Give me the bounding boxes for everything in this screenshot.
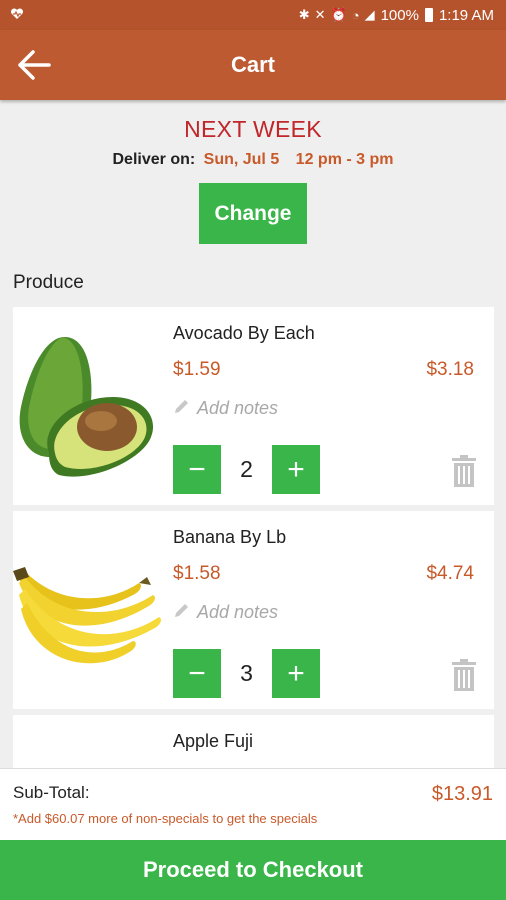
decrease-quantity-button[interactable]: − xyxy=(173,445,221,494)
cart-item-avocado: Avocado By Each $1.59 $3.18 Add notes − … xyxy=(13,307,494,505)
add-notes-placeholder: Add notes xyxy=(197,602,279,622)
alarm-icon: ⏰ xyxy=(330,7,347,22)
trash-icon[interactable] xyxy=(452,455,476,487)
battery-icon xyxy=(424,8,433,22)
quantity-stepper: − 2 + xyxy=(173,445,320,494)
battery-percentage: 100% xyxy=(380,6,419,24)
quantity-value: 2 xyxy=(221,445,272,494)
back-arrow-icon[interactable] xyxy=(16,48,52,82)
item-total-price: $3.18 xyxy=(426,359,474,380)
add-notes-placeholder: Add notes xyxy=(197,398,279,418)
page-title: Cart xyxy=(230,52,275,77)
add-notes-field[interactable]: Add notes xyxy=(173,601,278,624)
item-total-price: $4.74 xyxy=(426,563,474,584)
cart-item-banana: Banana By Lb $1.58 $4.74 Add notes − 3 + xyxy=(13,511,494,709)
delivery-info: Deliver on: Sun, Jul 5 12 pm - 3 pm xyxy=(0,151,506,169)
status-bar: ✱ ✕ ⏰ ◔ ◢ 100% 1:19 AM xyxy=(0,0,506,30)
quantity-value: 3 xyxy=(221,649,272,698)
delivery-date: Sun, Jul 5 xyxy=(203,151,280,168)
decrease-quantity-button[interactable]: − xyxy=(173,649,221,698)
proceed-to-checkout-button[interactable]: Proceed to Checkout xyxy=(0,840,506,900)
wifi-icon: ◔ xyxy=(351,7,360,23)
increase-quantity-button[interactable]: + xyxy=(272,649,320,698)
delivery-window: 12 pm - 3 pm xyxy=(295,151,394,168)
item-name: Avocado By Each xyxy=(173,323,315,343)
increase-quantity-button[interactable]: + xyxy=(272,445,320,494)
pencil-icon xyxy=(173,397,191,420)
avocado-image xyxy=(13,307,163,505)
bluetooth-icon: ✱ xyxy=(298,7,310,22)
banana-image xyxy=(13,511,163,709)
subtotal-value: $13.91 xyxy=(431,783,493,805)
status-icons: ✱ ✕ ⏰ ◔ ◢ xyxy=(299,7,375,23)
add-notes-field[interactable]: Add notes xyxy=(173,397,278,420)
app-notification-icon xyxy=(10,7,24,24)
item-name: Apple Fuji xyxy=(173,731,254,751)
clock: 1:19 AM xyxy=(438,6,494,24)
signal-icon: ◢ xyxy=(364,7,375,22)
item-unit-price: $1.58 xyxy=(173,563,221,584)
app-bar: Cart xyxy=(0,30,506,100)
specials-notice: *Add $60.07 more of non-specials to get … xyxy=(13,811,318,826)
cart-item-apple-fuji: Apple Fuji xyxy=(13,715,494,768)
change-delivery-button[interactable]: Change xyxy=(199,183,307,244)
quantity-stepper: − 3 + xyxy=(173,649,320,698)
deliver-on-label: Deliver on: xyxy=(112,151,196,168)
item-name: Banana By Lb xyxy=(173,527,287,547)
cart-summary: Sub-Total: $13.91 *Add $60.07 more of no… xyxy=(0,768,506,840)
delivery-week-heading: NEXT WEEK xyxy=(184,116,322,142)
subtotal-label: Sub-Total: xyxy=(13,783,90,802)
mute-icon: ✕ xyxy=(314,7,326,22)
pencil-icon xyxy=(173,601,191,624)
trash-icon[interactable] xyxy=(452,659,476,691)
item-unit-price: $1.59 xyxy=(173,359,221,380)
section-title: Produce xyxy=(13,272,84,293)
delivery-schedule: NEXT WEEK Deliver on: Sun, Jul 5 12 pm -… xyxy=(0,100,506,244)
